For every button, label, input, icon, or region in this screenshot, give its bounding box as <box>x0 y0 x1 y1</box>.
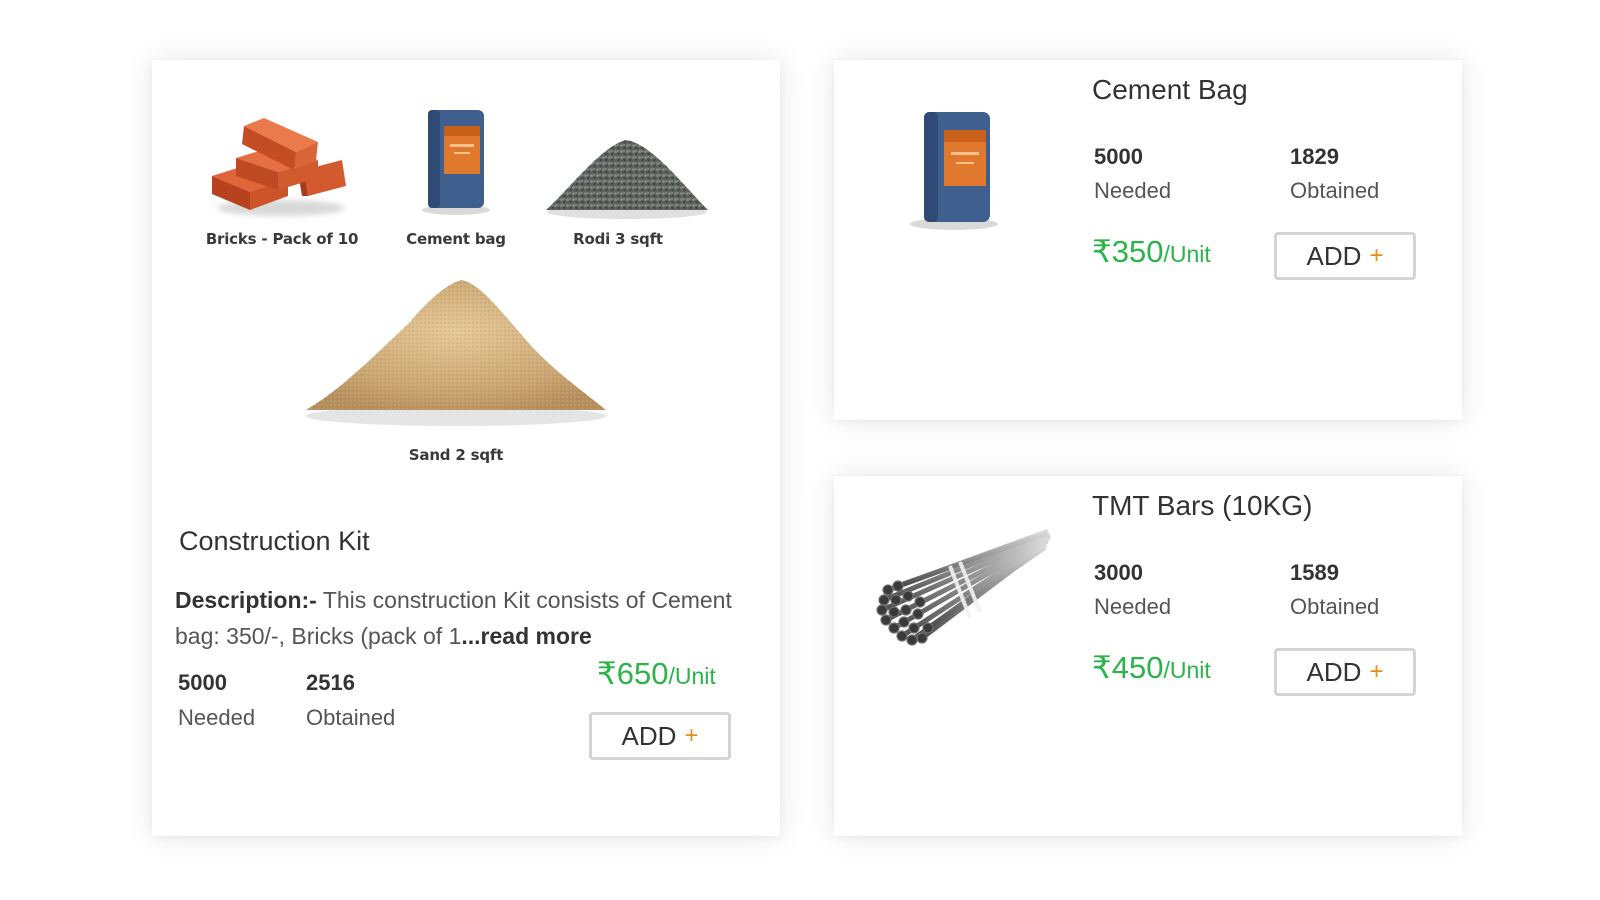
sand-item <box>300 270 612 430</box>
description-label: Description:- <box>175 587 317 613</box>
needed-label: Needed <box>1094 178 1172 203</box>
product-image <box>894 100 1014 240</box>
plus-icon: + <box>684 722 699 749</box>
needed-count: 5000 <box>178 670 227 695</box>
add-button[interactable]: ADD + <box>1274 648 1416 696</box>
obtained-count: 1589 <box>1290 560 1339 585</box>
obtained-count: 1829 <box>1290 144 1339 169</box>
plus-icon: + <box>1369 242 1384 269</box>
plus-icon: + <box>1369 658 1384 685</box>
product-description: Description:- This construction Kit cons… <box>175 582 755 654</box>
unit-price: ₹350/Unit <box>1092 234 1211 270</box>
cement-bag-icon <box>910 112 998 230</box>
cement-bag-icon <box>422 110 490 215</box>
add-button[interactable]: ADD + <box>589 712 731 760</box>
price-amount: ₹450 <box>1092 650 1164 685</box>
read-more-link[interactable]: ...read more <box>461 623 591 649</box>
tmt-bars-icon <box>876 529 1051 646</box>
obtained-label: Obtained <box>1290 594 1380 619</box>
price-unit: /Unit <box>1163 657 1211 683</box>
needed-label: Needed <box>1094 594 1172 619</box>
unit-price: ₹650/Unit <box>597 656 716 692</box>
sand-pile-icon <box>306 280 606 426</box>
obtained-count: 2516 <box>306 670 355 695</box>
needed-count: 5000 <box>1094 144 1143 169</box>
bricks-item <box>206 106 356 226</box>
add-label: ADD <box>1306 240 1362 271</box>
price-amount: ₹350 <box>1092 234 1164 269</box>
obtained-label: Obtained <box>306 705 396 730</box>
product-title: TMT Bars (10KG) <box>1092 490 1313 521</box>
add-button[interactable]: ADD + <box>1274 232 1416 280</box>
obtained-label: Obtained <box>1290 178 1380 203</box>
price-unit: /Unit <box>1163 241 1211 267</box>
needed-count: 3000 <box>1094 560 1143 585</box>
product-title: Construction Kit <box>179 526 370 556</box>
tmt-bars-card[interactable]: TMT Bars (10KG) 3000 Needed 1589 Obtaine… <box>834 476 1462 836</box>
add-label: ADD <box>621 720 677 751</box>
price-amount: ₹650 <box>597 656 669 691</box>
kit-item-caption: Rodi 3 sqft <box>573 230 663 248</box>
product-title: Cement Bag <box>1092 74 1248 105</box>
add-label: ADD <box>1306 656 1362 687</box>
product-image <box>858 520 1058 660</box>
unit-price: ₹450/Unit <box>1092 650 1211 686</box>
cement-bag-card[interactable]: Cement Bag 5000 Needed 1829 Obtained ₹35… <box>834 60 1462 420</box>
construction-kit-card[interactable]: Bricks - Pack of 10 Cement bag Rodi 3 sq… <box>152 60 780 836</box>
kit-item-caption: Sand 2 sqft <box>408 446 504 464</box>
cement-bag-item <box>416 104 496 216</box>
needed-label: Needed <box>178 705 256 730</box>
kit-item-caption: Bricks - Pack of 10 <box>205 230 359 248</box>
gravel-pile-icon <box>546 140 708 219</box>
price-unit: /Unit <box>668 663 716 689</box>
bricks-icon <box>212 118 346 216</box>
gravel-item <box>542 126 712 222</box>
